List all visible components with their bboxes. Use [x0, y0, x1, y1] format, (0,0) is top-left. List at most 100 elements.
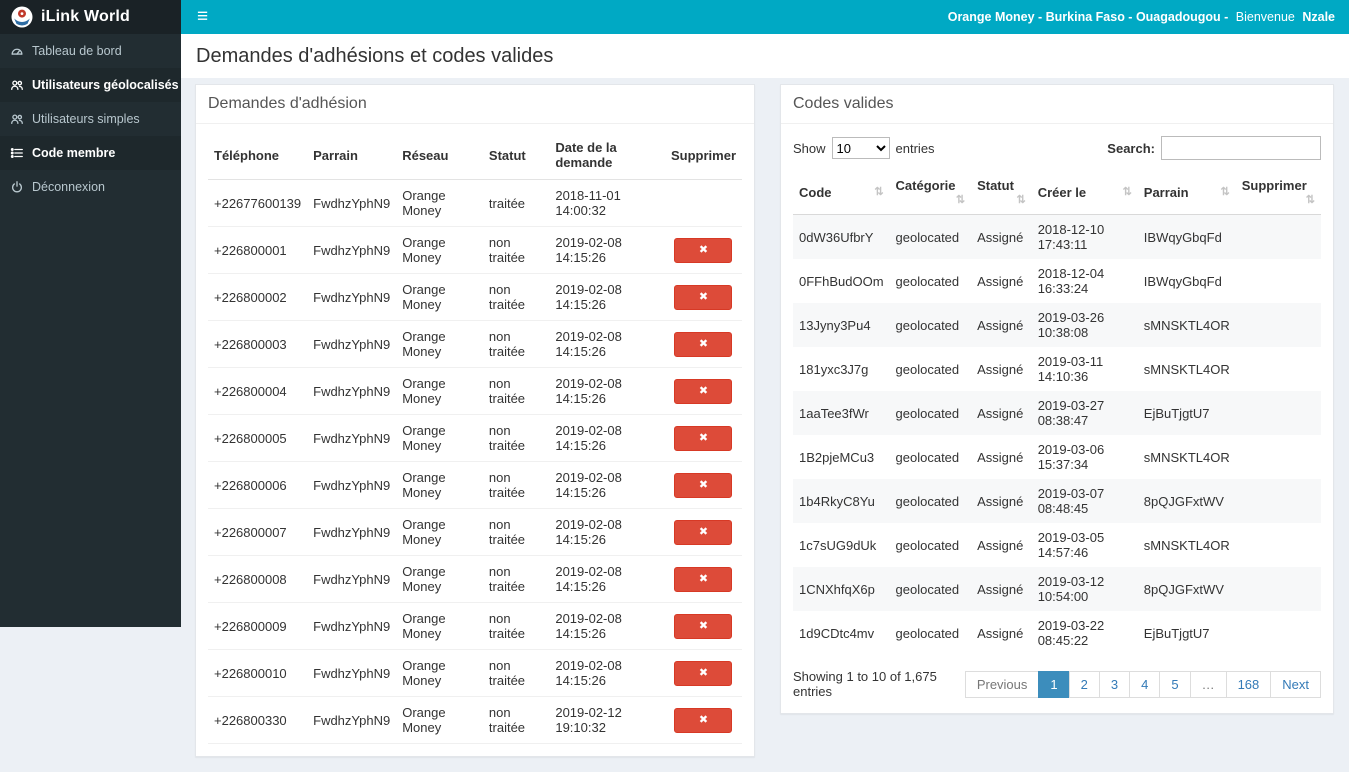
requests-panel-body: Téléphone Parrain Réseau Statut Date de …: [196, 124, 754, 756]
hamburger-menu-button[interactable]: ≡: [187, 0, 218, 34]
delete-request-button[interactable]: ✖: [674, 285, 732, 310]
delete-cell: ✖: [665, 415, 742, 462]
phone-cell: +226800002: [208, 274, 307, 321]
date-cell: 2019-02-08 14:15:26: [549, 321, 665, 368]
topbar-main: ≡ Orange Money - Burkina Faso - Ouagadou…: [181, 0, 1349, 34]
pagination: Previous12345…168Next: [965, 671, 1321, 698]
previous-page-button: Previous: [965, 671, 1040, 698]
delete-request-button[interactable]: ✖: [674, 520, 732, 545]
delete-cell: [1236, 435, 1321, 479]
status-cell: Assigné: [971, 611, 1032, 655]
phone-cell: +226800007: [208, 509, 307, 556]
sidebar: Tableau de bord Utilisateurs géolocalisé…: [0, 34, 181, 627]
created-cell: 2019-03-12 10:54:00: [1032, 567, 1138, 611]
main-content: Demandes d'adhésions et codes valides De…: [181, 0, 1349, 772]
sidebar-item-dashboard[interactable]: Tableau de bord: [0, 34, 181, 68]
col-supprimer[interactable]: Supprimer⇅: [1236, 170, 1321, 215]
phone-cell: +226800006: [208, 462, 307, 509]
username-text: Nzale: [1302, 10, 1335, 24]
delete-cell: ✖: [665, 650, 742, 697]
welcome-text: Orange Money - Burkina Faso - Ouagadougo…: [944, 10, 1335, 24]
date-cell: 2019-02-08 14:15:26: [549, 603, 665, 650]
delete-request-button[interactable]: ✖: [674, 426, 732, 451]
delete-cell: ✖: [665, 274, 742, 321]
code-row: 181yxc3J7ggeolocatedAssigné2019-03-11 14…: [793, 347, 1321, 391]
code-cell: 1CNXhfqX6p: [793, 567, 890, 611]
col-code[interactable]: Code⇅: [793, 170, 890, 215]
users-icon: [10, 112, 24, 126]
col-label: Créer le: [1038, 185, 1086, 200]
page-168-button[interactable]: 168: [1226, 671, 1272, 698]
delete-request-button[interactable]: ✖: [674, 332, 732, 357]
category-cell: geolocated: [890, 347, 972, 391]
col-categorie[interactable]: Catégorie⇅: [890, 170, 972, 215]
col-statut[interactable]: Statut⇅: [971, 170, 1032, 215]
date-cell: 2019-02-08 14:15:26: [549, 368, 665, 415]
delete-request-button[interactable]: ✖: [674, 661, 732, 686]
col-reseau: Réseau: [396, 130, 483, 180]
delete-cell: [1236, 215, 1321, 260]
request-row: +226800006FwdhzYphN9Orange Moneynon trai…: [208, 462, 742, 509]
sort-icon: ⇅: [1306, 193, 1315, 206]
page-4-button[interactable]: 4: [1129, 671, 1160, 698]
network-cell: Orange Money: [396, 415, 483, 462]
col-label: Parrain: [1144, 185, 1189, 200]
page-2-button[interactable]: 2: [1069, 671, 1100, 698]
col-parrain: Parrain: [307, 130, 396, 180]
request-row: +226800003FwdhzYphN9Orange Moneynon trai…: [208, 321, 742, 368]
requests-panel-title: Demandes d'adhésion: [196, 85, 754, 124]
code-row: 1B2pjeMCu3geolocatedAssigné2019-03-06 15…: [793, 435, 1321, 479]
entries-label: entries: [896, 141, 935, 156]
request-row: +226800007FwdhzYphN9Orange Moneynon trai…: [208, 509, 742, 556]
delete-request-button[interactable]: ✖: [674, 708, 732, 733]
delete-cell: [1236, 479, 1321, 523]
dashboard-icon: [10, 44, 24, 58]
delete-request-button[interactable]: ✖: [674, 473, 732, 498]
codes-table-controls: Show 10 entries Search:: [793, 130, 1321, 170]
sidebar-item-deconnexion[interactable]: Déconnexion: [0, 170, 181, 204]
phone-cell: +226800330: [208, 697, 307, 744]
sidebar-item-label: Déconnexion: [32, 180, 105, 194]
sidebar-item-utilisateurs-geolocalises[interactable]: Utilisateurs géolocalisés: [0, 68, 181, 102]
power-icon: [10, 180, 24, 194]
code-cell: 13Jyny3Pu4: [793, 303, 890, 347]
search-input[interactable]: [1161, 136, 1321, 160]
sidebar-item-code-membre[interactable]: Code membre: [0, 136, 181, 170]
category-cell: geolocated: [890, 523, 972, 567]
sort-icon: ⇅: [1016, 193, 1025, 206]
sort-icon: ⇅: [874, 185, 883, 198]
phone-cell: +226800008: [208, 556, 307, 603]
brand[interactable]: iLink World: [0, 0, 181, 34]
delete-cell: [1236, 347, 1321, 391]
col-creer-le[interactable]: Créer le⇅: [1032, 170, 1138, 215]
delete-request-button[interactable]: ✖: [674, 567, 732, 592]
col-label: Supprimer: [1242, 178, 1307, 193]
page-5-button[interactable]: 5: [1159, 671, 1190, 698]
col-label: Catégorie: [896, 178, 956, 193]
ilink-logo-icon: [11, 6, 33, 28]
sidebar-item-utilisateurs-simples[interactable]: Utilisateurs simples: [0, 102, 181, 136]
category-cell: geolocated: [890, 259, 972, 303]
requests-table: Téléphone Parrain Réseau Statut Date de …: [208, 130, 742, 744]
network-cell: Orange Money: [396, 603, 483, 650]
status-cell: non traitée: [483, 556, 549, 603]
page-size-select[interactable]: 10: [832, 137, 890, 159]
status-cell: Assigné: [971, 303, 1032, 347]
page-3-button[interactable]: 3: [1099, 671, 1130, 698]
status-cell: traitée: [483, 180, 549, 227]
sponsor-cell: EjBuTjgtU7: [1138, 611, 1236, 655]
delete-request-button[interactable]: ✖: [674, 238, 732, 263]
sponsor-cell: sMNSKTL4OR: [1138, 523, 1236, 567]
delete-cell: [1236, 611, 1321, 655]
col-parrain[interactable]: Parrain⇅: [1138, 170, 1236, 215]
page-1-button[interactable]: 1: [1038, 671, 1069, 698]
delete-request-button[interactable]: ✖: [674, 379, 732, 404]
next-page-button[interactable]: Next: [1270, 671, 1321, 698]
request-row: +226800004FwdhzYphN9Orange Moneynon trai…: [208, 368, 742, 415]
status-cell: non traitée: [483, 509, 549, 556]
delete-request-button[interactable]: ✖: [674, 614, 732, 639]
delete-cell: [1236, 391, 1321, 435]
sponsor-cell: IBWqyGbqFd: [1138, 215, 1236, 260]
request-row: +226800010FwdhzYphN9Orange Moneynon trai…: [208, 650, 742, 697]
sponsor-cell: sMNSKTL4OR: [1138, 347, 1236, 391]
